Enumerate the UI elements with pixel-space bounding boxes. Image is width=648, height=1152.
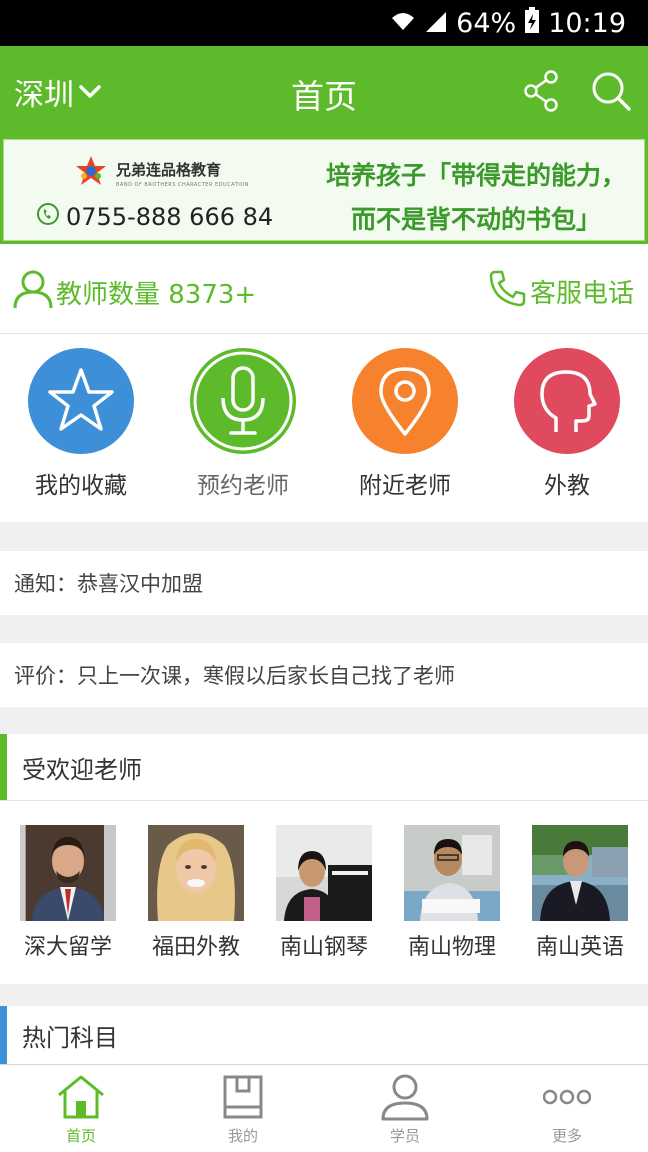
slogan-line-1: 培养孩子「带得走的能力， (325, 161, 626, 190)
phone-circle-icon (36, 202, 60, 232)
person-icon (381, 1073, 429, 1121)
battery-percent: 64% (456, 7, 517, 39)
teacher-card[interactable]: 福田外教 (146, 825, 246, 961)
microphone-icon (190, 348, 296, 454)
nav-more[interactable]: 更多 (486, 1065, 648, 1152)
hot-subjects-title: 热门科目 (22, 1023, 118, 1052)
book-icon (219, 1073, 267, 1121)
nav-students-label: 学员 (389, 1127, 420, 1145)
service-phone-label: 客服电话 (529, 279, 634, 309)
teacher-count: 教师数量 8373+ (12, 268, 256, 317)
review-row[interactable]: 评价：只上一次课，寒假以后家长自己找了老师 (0, 643, 648, 707)
teacher-card[interactable]: 深大留学 (18, 825, 118, 961)
brand-name: 兄弟连品格教育 (116, 160, 222, 179)
review-text: 评价：只上一次课，寒假以后家长自己找了老师 (14, 664, 455, 688)
teacher-photo (20, 825, 116, 921)
share-icon (520, 70, 562, 118)
book-teacher-button[interactable]: 预约老师 (173, 348, 313, 500)
nav-home[interactable]: 首页 (0, 1065, 162, 1152)
phone-icon (488, 268, 528, 315)
popular-teachers-title: 受欢迎老师 (22, 755, 142, 784)
bottom-nav: 首页 我的 学员 更多 (0, 1064, 648, 1152)
teacher-count-label: 教师数量 8373+ (56, 280, 257, 310)
home-icon (57, 1073, 105, 1121)
wifi-icon (390, 8, 416, 39)
banner-phone: 0755-888 666 84 (36, 202, 273, 232)
notice-row[interactable]: 通知：恭喜汉中加盟 (0, 551, 648, 615)
favorites-label: 我的收藏 (35, 473, 127, 499)
nav-mine-label: 我的 (227, 1127, 258, 1145)
promo-banner[interactable]: 兄弟连品格教育 BAND OF BROTHERS CHARACTER EDUCA… (0, 136, 648, 244)
share-button[interactable] (520, 68, 562, 114)
teacher-card[interactable]: 南山英语 (530, 825, 630, 961)
brand-logo: 兄弟连品格教育 BAND OF BROTHERS CHARACTER EDUCA… (74, 154, 249, 192)
clock: 10:19 (548, 7, 626, 39)
teacher-name: 深大留学 (23, 935, 112, 960)
app-header: 深圳 首页 (0, 46, 648, 136)
stats-row: 教师数量 8373+ 客服电话 (0, 244, 648, 334)
status-bar: 64% 10:19 (0, 0, 648, 46)
teacher-photo (148, 825, 244, 921)
signal-icon (424, 8, 448, 39)
teacher-photo (276, 825, 372, 921)
nav-home-label: 首页 (65, 1127, 96, 1145)
nav-students[interactable]: 学员 (324, 1065, 486, 1152)
person-outline-icon (12, 268, 54, 317)
favorites-button[interactable]: 我的收藏 (11, 348, 151, 500)
teacher-photo (532, 825, 628, 921)
search-button[interactable] (588, 68, 634, 114)
search-icon (588, 72, 634, 118)
book-teacher-label: 预约老师 (197, 473, 289, 499)
head-profile-icon (514, 348, 620, 454)
battery-icon (524, 6, 540, 40)
teacher-name: 南山钢琴 (279, 935, 368, 960)
service-phone-button[interactable]: 客服电话 (488, 268, 634, 315)
teacher-card[interactable]: 南山物理 (402, 825, 502, 961)
popular-teachers-list: 深大留学 福田外教 南山钢琴 南山物理 南山英语 (0, 800, 648, 984)
nearby-teacher-label: 附近老师 (359, 473, 451, 499)
slogan-line-2: 而不是背不动的书包」 (350, 205, 601, 234)
popular-teachers-header: 受欢迎老师 (0, 734, 648, 800)
teacher-card[interactable]: 南山钢琴 (274, 825, 374, 961)
brand-subtitle: BAND OF BROTHERS CHARACTER EDUCATION (116, 181, 249, 188)
more-dots-icon (542, 1073, 592, 1121)
star-icon (28, 348, 134, 454)
quick-actions: 我的收藏 预约老师 附近老师 外教 (0, 334, 648, 522)
foreign-teacher-button[interactable]: 外教 (497, 348, 637, 500)
nav-mine[interactable]: 我的 (162, 1065, 324, 1152)
nav-more-label: 更多 (551, 1127, 582, 1145)
banner-phone-number: 0755-888 666 84 (66, 203, 274, 231)
foreign-teacher-label: 外教 (544, 473, 590, 499)
chevron-down-icon (78, 75, 102, 110)
teacher-name: 福田外教 (151, 935, 240, 960)
teacher-name: 南山英语 (535, 935, 624, 960)
nearby-teacher-button[interactable]: 附近老师 (335, 348, 475, 500)
banner-slogan: 培养孩子「带得走的能力， 而不是背不动的书包」 (326, 154, 626, 242)
teacher-photo (404, 825, 500, 921)
city-selector[interactable]: 深圳 (14, 70, 102, 114)
location-pin-icon (352, 348, 458, 454)
city-label: 深圳 (14, 78, 74, 113)
hot-subjects-header: 热门科目 (0, 1006, 648, 1064)
teacher-name: 南山物理 (407, 935, 496, 960)
notice-text: 通知：恭喜汉中加盟 (14, 572, 203, 596)
star-logo-icon (74, 154, 108, 192)
